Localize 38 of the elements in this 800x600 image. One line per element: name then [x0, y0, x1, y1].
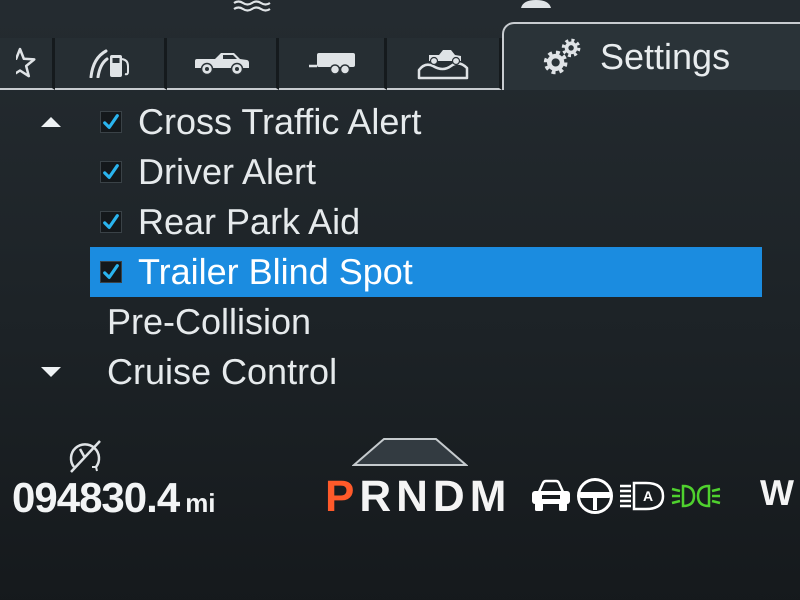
gear-letter: N — [396, 475, 428, 519]
menu-item[interactable]: Rear Park Aid — [90, 197, 762, 247]
trailer-icon — [306, 51, 356, 75]
dome-icon — [518, 0, 554, 8]
menu-item[interactable]: Cross Traffic Alert — [90, 97, 762, 147]
menu-item[interactable]: Trailer Blind Spot — [90, 247, 762, 297]
checkmark-icon — [102, 263, 120, 281]
pickup-truck-icon — [192, 50, 250, 76]
compass-heading: W — [760, 475, 794, 511]
fuel-pump-icon — [88, 48, 132, 78]
gear-letter: R — [359, 475, 392, 519]
menu-item[interactable]: Driver Alert — [90, 147, 762, 197]
odometer-reading: 094830.4 — [12, 477, 180, 519]
menu-item[interactable]: Cruise Control — [90, 347, 762, 397]
trapezoid-icon — [352, 437, 468, 467]
checkbox[interactable] — [100, 261, 122, 283]
checkbox[interactable] — [100, 211, 122, 233]
menu-item[interactable]: Pre-Collision — [90, 297, 762, 347]
checkbox[interactable] — [100, 161, 122, 183]
checkbox[interactable] — [100, 111, 122, 133]
checkmark-icon — [102, 163, 120, 181]
gear-letter: M — [470, 475, 506, 519]
tab[interactable] — [387, 38, 502, 90]
scroll-up-icon — [40, 116, 62, 128]
tab[interactable] — [167, 38, 279, 90]
tab[interactable] — [0, 38, 55, 90]
gear-letter: P — [325, 475, 354, 519]
waves-icon — [232, 0, 272, 12]
scroll-down-icon — [40, 366, 62, 378]
checkmark-icon — [102, 113, 120, 131]
tab[interactable] — [55, 38, 167, 90]
gears-icon — [542, 37, 582, 77]
gear-letter: D — [432, 475, 465, 519]
odometer-unit: mi — [185, 490, 216, 516]
tab[interactable] — [279, 38, 387, 90]
tab[interactable]: Settings — [502, 22, 800, 90]
checkmark-icon — [102, 213, 120, 231]
star-icon — [16, 47, 36, 79]
